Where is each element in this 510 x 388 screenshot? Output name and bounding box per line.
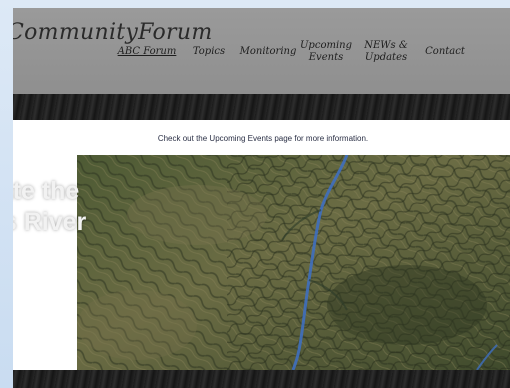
nav-label: ABC Forum [117,46,177,57]
nav-label: NEWs & [364,40,408,51]
nav-news-updates[interactable]: NEWs & Updates [364,40,408,64]
notice-text: Check out the Upcoming Events page for m… [157,133,369,143]
nav-label: Contact [425,46,465,57]
nav-label-line2: Updates [364,52,408,63]
site-header: CommunityForum ABC Forum Topics Monitori… [13,8,510,94]
footer-band [13,370,510,388]
hero-title-line2: as River [13,208,87,236]
nav-label: Topics [192,46,226,57]
page: CommunityForum ABC Forum Topics Monitori… [13,8,510,388]
nav-topics[interactable]: Topics [193,46,225,58]
main-nav: ABC Forum Topics Monitoring Upcoming Eve… [13,38,510,78]
nav-monitoring[interactable]: Monitoring [240,46,297,58]
nav-label-line2: Events [308,52,344,63]
hero-title-line1: rate the [13,177,80,205]
header-divider-band [13,94,510,120]
nav-label: Monitoring [239,46,297,57]
nav-abc-forum[interactable]: ABC Forum [118,46,177,58]
nav-contact[interactable]: Contact [425,46,465,58]
nav-upcoming-events[interactable]: Upcoming Events [300,40,352,64]
notice-bar: Check out the Upcoming Events page for m… [37,121,489,155]
hero-title: rate the as River [13,176,86,238]
hero-terrain-image [77,155,510,370]
nav-label: Upcoming [300,40,352,51]
